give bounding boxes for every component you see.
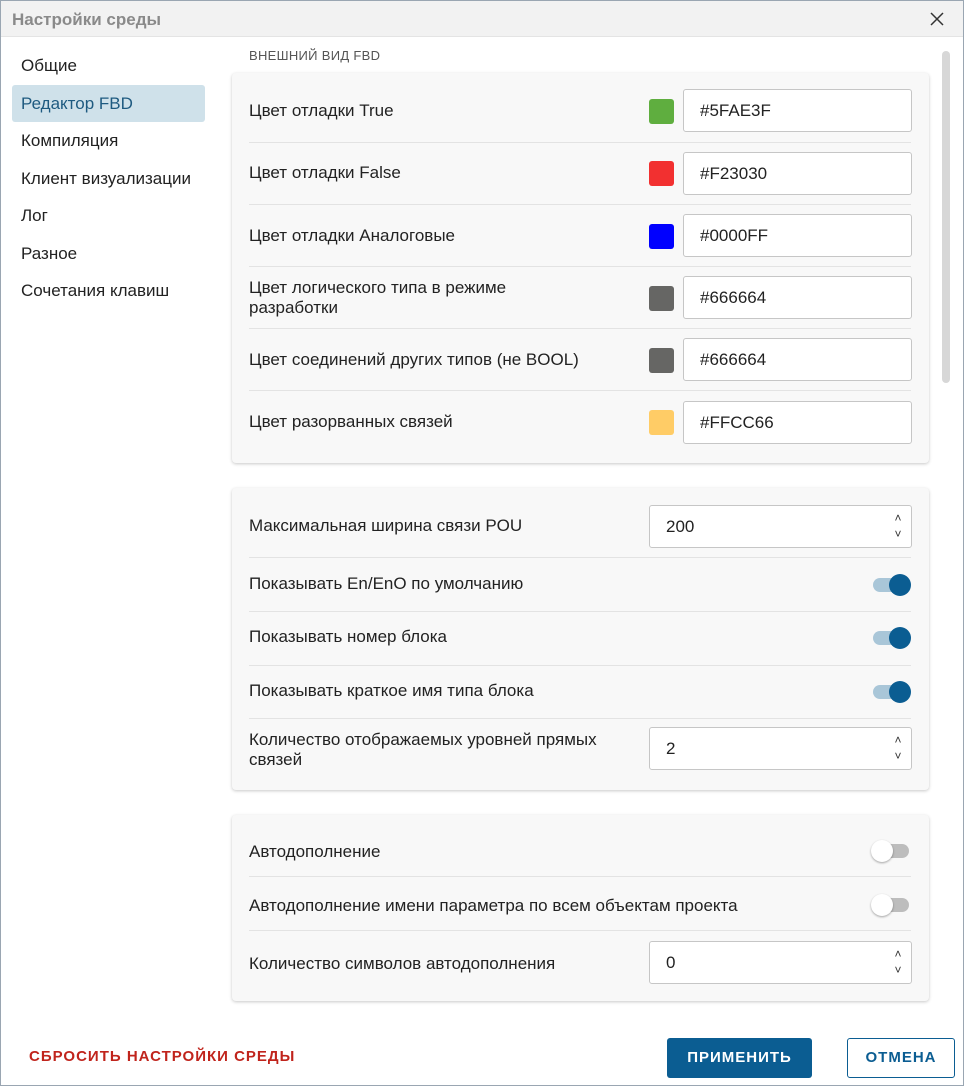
spinner: ˄ ˅ (891, 732, 905, 765)
autocomplete-all-label: Автодополнение имени параметра по всем о… (249, 896, 738, 915)
color-row-logic-dev: Цвет логического типа в режиме разработк… (249, 267, 912, 329)
settings-dialog: Настройки среды Общие Редактор FBD Компи… (0, 0, 964, 1086)
color-swatch-broken-links[interactable] (649, 410, 674, 435)
close-icon (930, 12, 944, 26)
show-short-type-row: Показывать краткое имя типа блока (249, 666, 911, 719)
levels-stepper[interactable]: 2 ˄ ˅ (649, 727, 912, 770)
show-short-type-label: Показывать краткое имя типа блока (249, 681, 534, 700)
autocomplete-toggle[interactable] (871, 838, 911, 864)
sidebar-item-compilation[interactable]: Компиляция (12, 122, 205, 159)
color-input-true[interactable]: #5FAE3F (683, 89, 912, 132)
autocomplete-chars-value: 0 (666, 953, 676, 972)
color-row-false: Цвет отладки False #F23030 (249, 143, 912, 205)
sidebar-item-misc[interactable]: Разное (12, 235, 205, 272)
autocomplete-all-toggle[interactable] (871, 892, 911, 918)
color-swatch-true[interactable] (649, 99, 674, 124)
max-width-value: 200 (666, 517, 695, 536)
color-input-logic-dev[interactable]: #666664 (683, 276, 912, 319)
color-row-label: Цвет отладки Аналоговые (249, 226, 455, 245)
color-input-false[interactable]: #F23030 (683, 152, 912, 195)
color-input-broken-links[interactable]: #FFCC66 (683, 401, 912, 444)
show-block-number-row: Показывать номер блока (249, 612, 911, 666)
chevron-down-icon[interactable]: ˅ (891, 962, 905, 978)
autocomplete-chars-label: Количество символов автодополнения (249, 954, 556, 973)
color-row-label: Цвет отладки True (249, 101, 394, 120)
color-row-analog: Цвет отладки Аналоговые #0000FF (249, 205, 912, 267)
autocomplete-chars-row: Количество символов автодополнения 0 ˄ ˅ (249, 931, 912, 993)
autocomplete-chars-stepper[interactable]: 0 ˄ ˅ (649, 941, 912, 984)
chevron-up-icon[interactable]: ˄ (891, 946, 905, 962)
max-width-label: Максимальная ширина связи POU (249, 516, 523, 535)
color-row-true: Цвет отладки True #5FAE3F (249, 81, 912, 143)
sidebar-item-visualization-client[interactable]: Клиент визуализации (12, 160, 205, 197)
reset-settings-button[interactable]: СБРОСИТЬ НАСТРОЙКИ СРЕДЫ (29, 1048, 295, 1065)
color-swatch-logic-dev[interactable] (649, 286, 674, 311)
sidebar-item-general[interactable]: Общие (12, 47, 205, 84)
levels-label: Количество отображаемых уровней прямых с… (249, 730, 597, 769)
chevron-up-icon[interactable]: ˄ (891, 732, 905, 748)
apply-button[interactable]: ПРИМЕНИТЬ (667, 1038, 812, 1078)
close-button[interactable] (925, 7, 949, 31)
color-row-other-types: Цвет соединений других типов (не BOOL) #… (249, 329, 912, 391)
color-row-label: Цвет соединений других типов (не BOOL) (249, 350, 579, 369)
title-bar: Настройки среды (1, 1, 963, 37)
color-input-analog[interactable]: #0000FF (683, 214, 912, 257)
autocomplete-label: Автодополнение (249, 842, 381, 861)
scrollbar[interactable] (942, 51, 950, 383)
max-width-stepper[interactable]: 200 ˄ ˅ (649, 505, 912, 548)
color-swatch-other-types[interactable] (649, 348, 674, 373)
show-en-eno-row: Показывать En/EnO по умолчанию (249, 558, 911, 612)
chevron-up-icon[interactable]: ˄ (891, 510, 905, 526)
show-en-eno-toggle[interactable] (871, 572, 911, 598)
appearance-card: Цвет отладки True #5FAE3F Цвет отладки F… (232, 73, 929, 463)
sidebar-item-shortcuts[interactable]: Сочетания клавиш (12, 272, 205, 309)
chevron-down-icon[interactable]: ˅ (891, 526, 905, 542)
chevron-down-icon[interactable]: ˅ (891, 748, 905, 764)
color-input-other-types[interactable]: #666664 (683, 338, 912, 381)
levels-value: 2 (666, 739, 676, 758)
show-block-number-toggle[interactable] (871, 625, 911, 651)
show-block-number-label: Показывать номер блока (249, 627, 448, 646)
color-row-broken-links: Цвет разорванных связей #FFCC66 (249, 391, 912, 453)
spinner: ˄ ˅ (891, 510, 905, 543)
spinner: ˄ ˅ (891, 946, 905, 979)
color-row-label: Цвет отладки False (249, 163, 401, 182)
autocomplete-all-row: Автодополнение имени параметра по всем о… (249, 877, 911, 931)
autocomplete-row: Автодополнение (249, 823, 911, 877)
autocomplete-card: Автодополнение Автодополнение имени пара… (232, 815, 929, 1001)
links-card: Максимальная ширина связи POU 200 ˄ ˅ По… (232, 488, 929, 790)
color-row-label: Цвет разорванных связей (249, 412, 453, 431)
max-width-row: Максимальная ширина связи POU 200 ˄ ˅ (249, 496, 912, 558)
color-swatch-analog[interactable] (649, 224, 674, 249)
window-title: Настройки среды (12, 10, 162, 29)
cancel-button[interactable]: ОТМЕНА (847, 1038, 955, 1078)
levels-row: Количество отображаемых уровней прямых с… (249, 719, 912, 781)
color-swatch-false[interactable] (649, 161, 674, 186)
section-title: ВНЕШНИЙ ВИД FBD (249, 48, 381, 63)
sidebar-item-log[interactable]: Лог (12, 197, 205, 234)
sidebar-item-fbd-editor[interactable]: Редактор FBD (12, 85, 205, 122)
color-row-label: Цвет логического типа в режиме разработк… (249, 278, 507, 317)
show-short-type-toggle[interactable] (871, 679, 911, 705)
show-en-eno-label: Показывать En/EnO по умолчанию (249, 574, 524, 593)
